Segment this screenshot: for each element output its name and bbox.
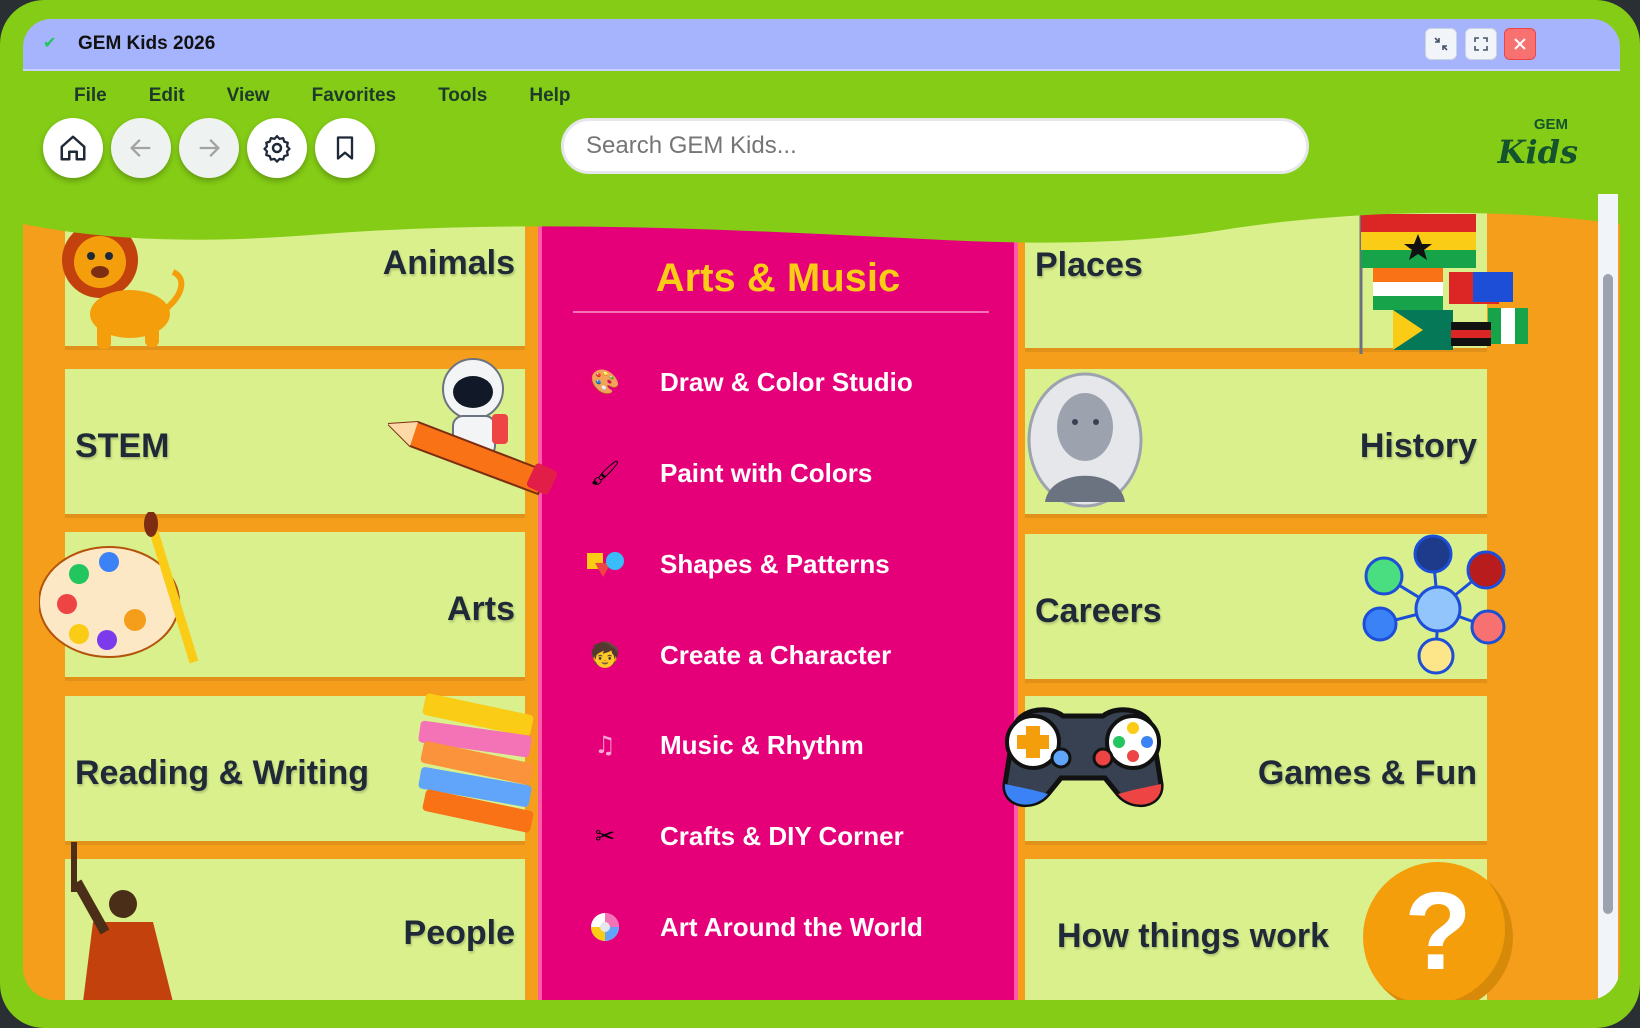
window-title: GEM Kids 2026 [78, 33, 216, 54]
game-controller-icon [1002, 707, 1164, 807]
panel-item-draw-color[interactable]: 🎨 Draw & Color Studio [580, 352, 913, 412]
shapes-icon [580, 544, 630, 584]
category-board: Animals STEM Arts Reading & Writing Peop… [23, 194, 1620, 1000]
character-icon: 🧒 [590, 641, 620, 669]
statue-icon [71, 842, 173, 1000]
arts-music-panel: Arts & Music 🎨 Draw & Color Studio 🖌 Pai… [538, 194, 1018, 1000]
scrollbar-thumb[interactable] [1603, 274, 1613, 914]
franklin-portrait-icon [1027, 372, 1143, 508]
menu-tools[interactable]: Tools [417, 79, 508, 113]
forward-button[interactable] [179, 118, 239, 178]
careers-network-icon [1362, 534, 1506, 675]
category-label: Arts [446, 590, 515, 628]
minimize-button[interactable] [1425, 28, 1457, 60]
panel-title: Arts & Music [655, 256, 901, 300]
bookmark-icon [336, 136, 354, 160]
maximize-button[interactable] [1465, 28, 1497, 60]
panel-item-art-world[interactable]: Art Around the World [580, 897, 923, 957]
back-icon [130, 139, 151, 157]
brand-gem: GEM [1533, 116, 1568, 133]
panel-item-label: Paint with Colors [660, 457, 873, 488]
brand-kids: Kids [1497, 133, 1578, 171]
panel-item-label: Draw & Color Studio [660, 366, 913, 397]
category-label: Games & Fun [1257, 754, 1477, 792]
menu-bar: File Edit View Favorites Tools Help [53, 79, 592, 113]
books-stack-icon [418, 693, 534, 833]
settings-button[interactable] [247, 118, 307, 178]
panel-item-label: Art Around the World [660, 911, 923, 942]
music-icon: ♫ [594, 731, 616, 759]
menu-help[interactable]: Help [508, 79, 591, 113]
paint-palette-icon [39, 512, 199, 664]
panel-item-create-character[interactable]: 🧒 Create a Character [580, 625, 891, 685]
close-icon [1514, 38, 1526, 50]
menu-edit[interactable]: Edit [128, 79, 206, 113]
category-label: History [1359, 427, 1477, 465]
home-button[interactable] [43, 118, 103, 178]
panel-item-paint-colors[interactable]: 🖌 Paint with Colors [580, 443, 873, 503]
bookmark-button[interactable] [315, 118, 375, 178]
panel-item-music-rhythm[interactable]: ♫ Music & Rhythm [580, 715, 864, 775]
help-question-mark: ? [1404, 870, 1472, 993]
maximize-icon [1474, 37, 1488, 51]
close-button[interactable] [1504, 28, 1536, 60]
category-label: How things work [1057, 917, 1329, 955]
panel-item-label: Music & Rhythm [660, 729, 864, 760]
menu-file[interactable]: File [53, 79, 128, 113]
panel-item-label: Create a Character [660, 639, 892, 670]
forward-icon [199, 139, 220, 157]
globe-art-icon [580, 907, 630, 947]
panel-item-label: Crafts & DIY Corner [660, 820, 904, 851]
panel-item-label: Shapes & Patterns [660, 548, 890, 579]
app-logo-icon: ✔ [43, 33, 57, 52]
home-icon [60, 135, 86, 161]
category-label: STEM [75, 427, 170, 465]
crafts-icon: ✂ [594, 822, 616, 850]
category-label: Reading & Writing [75, 754, 370, 792]
category-label: People [403, 914, 515, 952]
drawing-icon: 🎨 [590, 368, 620, 396]
minimize-icon [1434, 37, 1448, 51]
app-window: ✔ GEM Kids 2026 File Edit View Favorites… [23, 19, 1620, 1000]
menu-favorites[interactable]: Favorites [291, 79, 417, 113]
header-wave [23, 194, 1620, 243]
astronaut-pencil-icon [388, 358, 558, 496]
search-input[interactable] [561, 118, 1309, 174]
category-label: Careers [1035, 592, 1162, 630]
panel-divider [573, 311, 989, 313]
menu-view[interactable]: View [206, 79, 291, 113]
panel-item-shapes-patterns[interactable]: Shapes & Patterns [580, 534, 890, 594]
back-button[interactable] [111, 118, 171, 178]
title-bar: ✔ GEM Kids 2026 [23, 19, 1620, 71]
vertical-scrollbar[interactable] [1598, 194, 1618, 1000]
panel-item-crafts-diy[interactable]: ✂ Crafts & DIY Corner [580, 806, 904, 866]
settings-icon [263, 135, 291, 163]
app-frame: ✔ GEM Kids 2026 File Edit View Favorites… [0, 0, 1640, 1028]
help-button[interactable]: ? [1363, 862, 1513, 1000]
palette-icon: 🖌 [589, 459, 621, 487]
